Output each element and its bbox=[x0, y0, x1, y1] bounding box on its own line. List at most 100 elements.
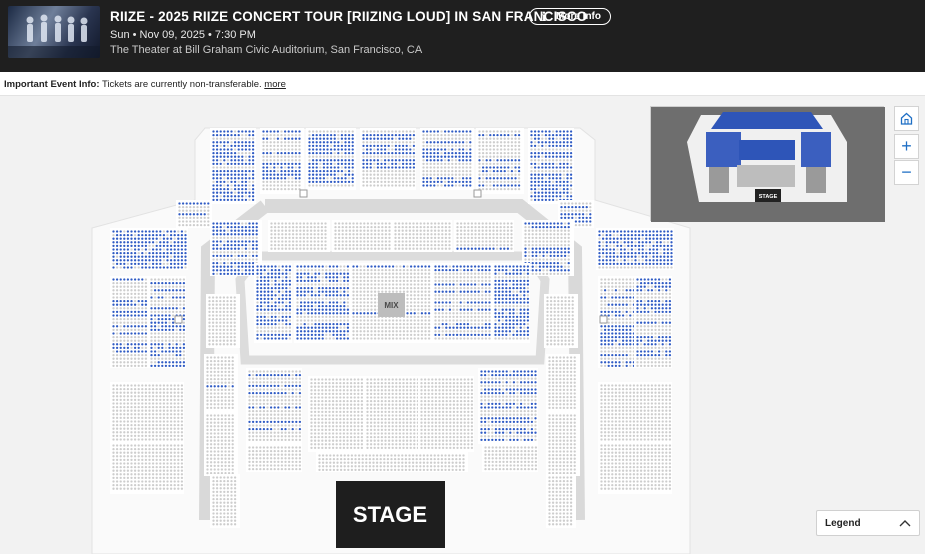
seat[interactable] bbox=[153, 307, 157, 310]
seat[interactable] bbox=[141, 350, 144, 353]
seat[interactable] bbox=[291, 173, 294, 176]
seat[interactable] bbox=[470, 290, 473, 293]
seat[interactable] bbox=[645, 233, 648, 237]
seat[interactable] bbox=[605, 262, 608, 266]
seat[interactable] bbox=[544, 187, 548, 191]
seat[interactable] bbox=[459, 326, 462, 329]
seat[interactable] bbox=[251, 222, 255, 225]
seat[interactable] bbox=[180, 237, 184, 240]
seat[interactable] bbox=[277, 290, 281, 293]
seat[interactable] bbox=[237, 184, 240, 187]
seat[interactable] bbox=[505, 294, 508, 297]
seat[interactable] bbox=[343, 294, 346, 297]
seat[interactable] bbox=[347, 148, 351, 151]
seat[interactable] bbox=[319, 151, 322, 155]
seat[interactable] bbox=[281, 265, 284, 268]
seat[interactable] bbox=[347, 169, 351, 173]
seat[interactable] bbox=[274, 319, 277, 322]
seat[interactable] bbox=[344, 166, 347, 169]
seat[interactable] bbox=[648, 230, 652, 233]
seat[interactable] bbox=[321, 333, 324, 337]
seat[interactable] bbox=[226, 151, 230, 155]
seat[interactable] bbox=[559, 195, 562, 198]
seat[interactable] bbox=[310, 276, 314, 279]
seat[interactable] bbox=[616, 262, 619, 266]
seat[interactable] bbox=[233, 151, 237, 155]
seat[interactable] bbox=[501, 286, 504, 290]
seat[interactable] bbox=[151, 251, 155, 255]
seat[interactable] bbox=[377, 265, 380, 268]
seat[interactable] bbox=[537, 195, 540, 198]
seat[interactable] bbox=[283, 137, 287, 140]
seat[interactable] bbox=[585, 205, 588, 209]
seat[interactable] bbox=[427, 312, 431, 315]
seat[interactable] bbox=[443, 148, 447, 151]
seat[interactable] bbox=[230, 229, 233, 232]
seat[interactable] bbox=[512, 315, 515, 319]
seat[interactable] bbox=[226, 272, 230, 276]
seat[interactable] bbox=[566, 137, 569, 140]
seat[interactable] bbox=[601, 248, 605, 251]
seat[interactable] bbox=[412, 166, 416, 169]
seat[interactable] bbox=[226, 130, 230, 133]
seat[interactable] bbox=[598, 251, 601, 255]
seat[interactable] bbox=[321, 326, 324, 329]
seat[interactable] bbox=[405, 137, 408, 140]
seat[interactable] bbox=[405, 162, 408, 166]
seat[interactable] bbox=[285, 276, 288, 279]
seat[interactable] bbox=[659, 237, 662, 240]
seat[interactable] bbox=[556, 265, 560, 268]
seat[interactable] bbox=[425, 148, 429, 151]
seat[interactable] bbox=[321, 312, 324, 315]
seat[interactable] bbox=[512, 333, 515, 337]
seat[interactable] bbox=[448, 308, 452, 311]
seat[interactable] bbox=[283, 177, 287, 180]
seat[interactable] bbox=[485, 247, 488, 250]
seat-section[interactable] bbox=[528, 128, 574, 204]
seat[interactable] bbox=[343, 330, 346, 333]
seat[interactable] bbox=[233, 187, 237, 191]
seat[interactable] bbox=[137, 350, 140, 353]
seat[interactable] bbox=[332, 322, 335, 326]
seat[interactable] bbox=[303, 333, 306, 337]
seat[interactable] bbox=[291, 130, 294, 133]
seat[interactable] bbox=[203, 202, 206, 205]
seat[interactable] bbox=[512, 308, 515, 311]
seat[interactable] bbox=[223, 272, 226, 276]
seat[interactable] bbox=[459, 333, 462, 337]
seat[interactable] bbox=[133, 325, 137, 328]
seat[interactable] bbox=[251, 184, 255, 187]
seat[interactable] bbox=[339, 304, 342, 308]
seat[interactable] bbox=[119, 299, 122, 303]
seat[interactable] bbox=[494, 297, 497, 301]
seat[interactable] bbox=[555, 144, 558, 148]
seat[interactable] bbox=[171, 317, 175, 321]
seat[interactable] bbox=[285, 279, 288, 283]
seat[interactable] bbox=[530, 162, 533, 166]
seat[interactable] bbox=[562, 144, 566, 148]
seat[interactable] bbox=[605, 230, 608, 233]
seat[interactable] bbox=[288, 315, 292, 319]
seat[interactable] bbox=[233, 243, 237, 247]
seat[interactable] bbox=[405, 166, 408, 169]
seat[interactable] bbox=[123, 350, 126, 353]
seat[interactable] bbox=[445, 290, 448, 293]
seat[interactable] bbox=[447, 155, 450, 158]
seat[interactable] bbox=[180, 255, 184, 258]
seat[interactable] bbox=[589, 213, 592, 216]
seat[interactable] bbox=[537, 177, 540, 180]
seat[interactable] bbox=[166, 266, 169, 269]
seat[interactable] bbox=[355, 312, 359, 315]
seat[interactable] bbox=[492, 133, 496, 137]
seat[interactable] bbox=[277, 268, 281, 272]
seat[interactable] bbox=[514, 159, 517, 162]
seat[interactable] bbox=[391, 151, 394, 155]
seat[interactable] bbox=[394, 162, 398, 166]
seat[interactable] bbox=[484, 265, 488, 268]
seat[interactable] bbox=[505, 283, 508, 286]
seat[interactable] bbox=[496, 169, 499, 173]
seat[interactable] bbox=[161, 289, 164, 292]
seat[interactable] bbox=[515, 322, 519, 326]
seat[interactable] bbox=[251, 151, 255, 155]
seat[interactable] bbox=[533, 184, 537, 187]
